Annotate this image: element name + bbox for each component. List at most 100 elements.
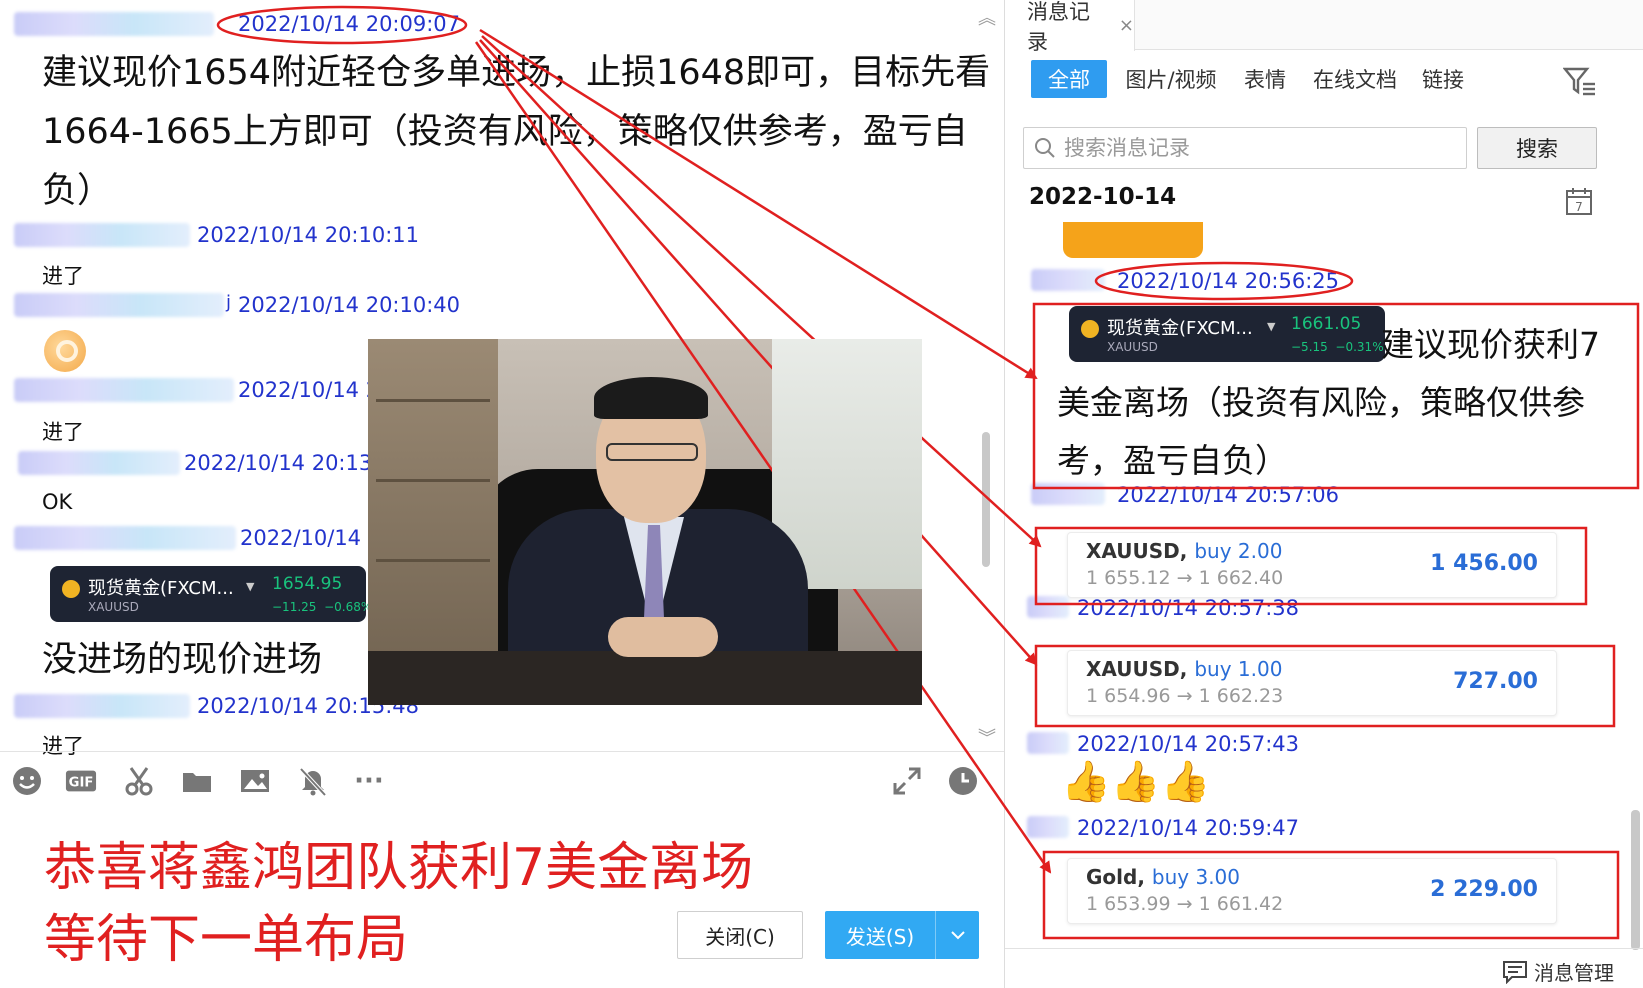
- trade-profit: 727.00: [1453, 669, 1538, 694]
- trade-title: Gold, buy 3.00: [1086, 865, 1240, 889]
- trade-title: XAUUSD, buy 2.00: [1086, 539, 1282, 563]
- message-line-text: 建议现价获利7: [1381, 325, 1600, 364]
- trade-side: buy 2.00: [1194, 539, 1283, 563]
- quote-price: 1654.95: [272, 574, 343, 594]
- sender-name-blurred: [1031, 483, 1105, 505]
- sender-name-blurred: [14, 526, 236, 550]
- quote-symbol: XAUUSD: [88, 600, 139, 614]
- hair-graphic: [594, 377, 708, 419]
- search-button[interactable]: 搜索: [1477, 127, 1597, 169]
- expand-icon[interactable]: [890, 764, 924, 798]
- gold-coin-icon: [62, 580, 80, 598]
- chat-scrollbar[interactable]: [982, 432, 990, 567]
- image-icon[interactable]: [238, 764, 272, 798]
- quote-widget[interactable]: 现货黄金(FXCM... ▼ XAUUSD 1654.95 −11.25 −0.…: [50, 566, 372, 622]
- sender-name-blurred: [1027, 596, 1069, 618]
- message-manager-label: 消息管理: [1534, 961, 1614, 985]
- message-text[interactable]: 没进场的现价进场: [42, 630, 322, 690]
- quote-change-value: −11.25: [272, 600, 317, 614]
- message-line: 建议现价1654附近轻仓多单进场，止损1648即可，目标先看: [42, 53, 991, 93]
- message-manager-icon: [1503, 960, 1527, 984]
- trade-prices: 1 653.99 → 1 661.42: [1086, 893, 1284, 915]
- message-text[interactable]: OK: [42, 490, 72, 514]
- trade-card[interactable]: XAUUSD, buy 2.00 1 655.12 → 1 662.40 1 4…: [1067, 532, 1557, 598]
- message-time: 2022/10/14 20:59:47: [1077, 816, 1300, 840]
- message-text[interactable]: 进了: [42, 730, 84, 760]
- message-time: 2022/10/14 20:57:38: [1077, 596, 1300, 620]
- filter-links[interactable]: 链接: [1415, 60, 1471, 98]
- gif-label: GIF: [69, 776, 94, 791]
- scroll-up-icon[interactable]: ︽: [978, 4, 996, 30]
- close-button[interactable]: 关闭(C): [677, 911, 803, 959]
- folder-icon[interactable]: [180, 764, 214, 798]
- sender-name-blurred: [14, 293, 224, 317]
- caret-down-icon: ▼: [246, 580, 255, 593]
- history-clock-icon[interactable]: [946, 764, 980, 798]
- filter-media[interactable]: 图片/视频: [1117, 60, 1225, 98]
- message-line: 负）: [42, 171, 113, 211]
- send-button[interactable]: 发送(S): [825, 911, 979, 959]
- ok-hand-emoji-icon[interactable]: [44, 330, 86, 372]
- tab-message-history[interactable]: 消息记录 ×: [1005, 0, 1135, 54]
- sender-name-blurred: [18, 451, 180, 475]
- scissors-icon[interactable]: [122, 764, 156, 798]
- trade-symbol: XAUUSD,: [1086, 539, 1188, 563]
- thumbs-up-emoji-icon[interactable]: 👍👍👍: [1061, 758, 1210, 805]
- trade-card[interactable]: Gold, buy 3.00 1 653.99 → 1 661.42 2 229…: [1067, 858, 1557, 924]
- filter-icon[interactable]: [1563, 66, 1597, 96]
- annotation-caption: 等待下一单布局: [44, 910, 409, 970]
- trade-title: XAUUSD, buy 1.00: [1086, 657, 1282, 681]
- chat-pane: 2022/10/14 20:09:07 建议现价1654附近轻仓多单进场，止损1…: [0, 0, 1015, 988]
- message-text[interactable]: 建议现价1654附近轻仓多单进场，止损1648即可，目标先看 1664-1665…: [42, 44, 992, 221]
- annotation-caption: 恭喜蒋鑫鸿团队获利7美金离场: [44, 838, 754, 898]
- tab-label: 消息记录: [1027, 0, 1090, 54]
- sender-name-blurred: [1027, 816, 1069, 838]
- chevron-down-icon[interactable]: [935, 911, 979, 959]
- message-time: 2022/10/14 20:09:07: [238, 12, 461, 36]
- message-text[interactable]: 进了: [42, 416, 84, 446]
- toolbar-divider: [0, 751, 1004, 752]
- message-text[interactable]: 进了: [42, 260, 84, 290]
- desk-graphic: [368, 651, 922, 705]
- sender-name-blurred: [1031, 269, 1105, 291]
- trade-symbol: Gold,: [1086, 865, 1145, 889]
- mute-bell-icon[interactable]: [296, 764, 330, 798]
- trade-profit: 1 456.00: [1430, 551, 1538, 576]
- scroll-down-icon[interactable]: ︾: [978, 724, 996, 750]
- calendar-icon[interactable]: 7: [1565, 186, 1593, 216]
- screen: 2022/10/14 20:09:07 建议现价1654附近轻仓多单进场，止损1…: [0, 0, 1643, 988]
- glasses-graphic: [606, 443, 698, 461]
- quote-name: 现货黄金(FXCM...: [88, 578, 234, 599]
- trade-prices: 1 655.12 → 1 662.40: [1086, 567, 1284, 589]
- trade-prices: 1 654.96 → 1 662.23: [1086, 685, 1284, 707]
- history-scrollbar[interactable]: [1631, 810, 1640, 950]
- history-footer: 消息管理: [1005, 948, 1643, 988]
- history-pane: 消息记录 × 全部 图片/视频 表情 在线文档 链接 搜索 2022-10-14…: [1004, 0, 1643, 988]
- gif-icon[interactable]: GIF: [64, 764, 98, 798]
- close-icon[interactable]: ×: [1119, 15, 1134, 36]
- hands-graphic: [608, 617, 718, 657]
- message-time: 2022/10/14 20:10:40: [238, 293, 461, 317]
- filter-docs[interactable]: 在线文档: [1305, 60, 1405, 98]
- search-icon: [1035, 138, 1055, 158]
- message-line: 考，盈亏自负）: [1057, 441, 1288, 480]
- history-search-box[interactable]: [1023, 127, 1467, 169]
- message-line: 1664-1665上方即可（投资有风险，策略仅供参考，盈亏自: [42, 112, 968, 152]
- message-text[interactable]: 建议现价获利7 美金离场（投资有风险，策略仅供参 考，盈亏自负）: [1057, 316, 1617, 490]
- message-time: 2022/10/14 20:56:25: [1117, 269, 1340, 293]
- message-time: 2022/10/14 20:10:11: [197, 223, 420, 247]
- trade-card[interactable]: XAUUSD, buy 1.00 1 654.96 → 1 662.23 727…: [1067, 650, 1557, 716]
- filter-stickers[interactable]: 表情: [1237, 60, 1293, 98]
- filter-all[interactable]: 全部: [1031, 60, 1107, 98]
- sender-suffix: j: [226, 292, 232, 313]
- message-time: 2022/10/14 20:57:06: [1117, 483, 1340, 507]
- sticker-image[interactable]: [1063, 222, 1203, 258]
- quote-change: −11.25 −0.68%: [272, 600, 372, 614]
- svg-text:7: 7: [1575, 200, 1583, 214]
- sender-name-blurred: [1027, 732, 1069, 754]
- quote-change-pct: −0.68%: [324, 600, 373, 614]
- search-input[interactable]: [1064, 128, 1464, 168]
- more-icon[interactable]: ···: [352, 764, 386, 798]
- emoji-icon[interactable]: [10, 764, 44, 798]
- message-manager-button[interactable]: 消息管理: [1502, 957, 1614, 986]
